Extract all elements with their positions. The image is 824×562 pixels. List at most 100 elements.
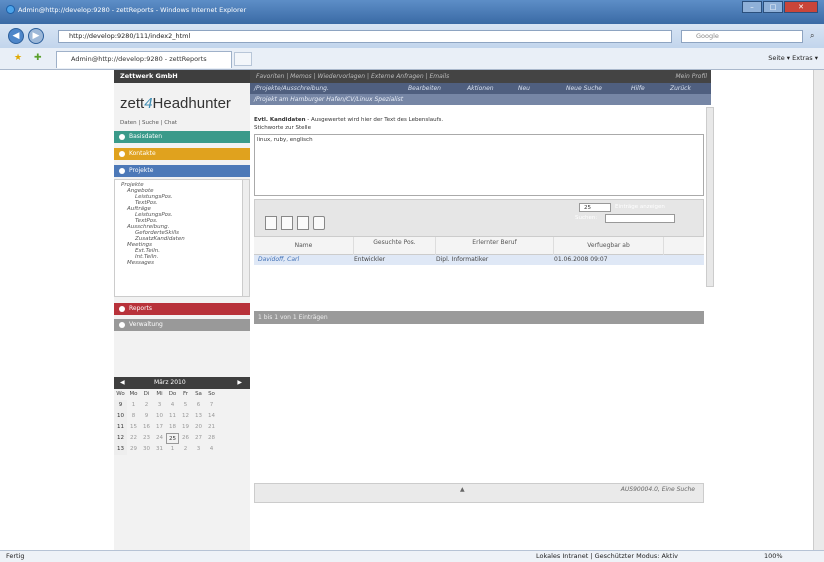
calendar-day[interactable]: 2 bbox=[140, 400, 153, 411]
profile-link[interactable]: Mein Profil bbox=[675, 70, 707, 83]
calendar-day[interactable]: 5 bbox=[179, 400, 192, 411]
calendar-day[interactable]: 16 bbox=[140, 422, 153, 433]
accordion-reports[interactable]: Reports bbox=[114, 303, 250, 315]
calendar-day[interactable]: 29 bbox=[127, 444, 140, 455]
calendar-day[interactable]: 26 bbox=[179, 433, 192, 444]
tree-scrollbar[interactable] bbox=[242, 180, 249, 296]
tab-active[interactable]: Admin@http://develop:9280 - zettReports bbox=[56, 51, 232, 68]
calendar-day[interactable]: 10 bbox=[153, 411, 166, 422]
calendar-day[interactable]: 9 bbox=[140, 411, 153, 422]
accordion-basisdaten[interactable]: Basisdaten bbox=[114, 131, 250, 143]
calendar-day[interactable]: 4 bbox=[205, 444, 218, 455]
calendar-day[interactable]: 6 bbox=[192, 400, 205, 411]
print-icon[interactable] bbox=[313, 216, 325, 230]
browser-status-bar: Fertig Lokales Intranet | Geschützter Mo… bbox=[0, 550, 824, 562]
menu-zurueck[interactable]: Zurück bbox=[670, 83, 691, 94]
top-navigation[interactable]: Favoriten | Memos | Wiedervorlagen | Ext… bbox=[250, 70, 711, 83]
calendar-week-number: 13 bbox=[114, 444, 127, 455]
top-nav-links[interactable]: Favoriten | Memos | Wiedervorlagen | Ext… bbox=[256, 73, 449, 80]
calendar-day[interactable]: 23 bbox=[140, 433, 153, 444]
calendar-day[interactable]: 3 bbox=[153, 400, 166, 411]
calendar-weekday: Mi bbox=[156, 391, 163, 397]
calendar-header: ◀ März 2010 ▶ bbox=[114, 377, 250, 389]
export-icon[interactable] bbox=[265, 216, 277, 230]
search-icon[interactable]: ⌕ bbox=[810, 31, 814, 41]
calendar-day[interactable]: 20 bbox=[192, 422, 205, 433]
copy-icon[interactable] bbox=[281, 216, 293, 230]
calendar-day[interactable]: 11 bbox=[166, 411, 179, 422]
table-row[interactable]: Davidoff, Carl Entwickler Dipl. Informat… bbox=[254, 255, 704, 265]
side-panel-tab[interactable] bbox=[706, 107, 714, 287]
page-size-select[interactable]: 25 bbox=[579, 203, 611, 212]
tree-item[interactable]: Messages bbox=[121, 260, 249, 266]
page-scrollbar[interactable] bbox=[813, 70, 824, 550]
back-icon[interactable]: ◀ bbox=[8, 28, 24, 44]
calendar-week-number: 11 bbox=[114, 422, 127, 433]
calendar-day[interactable]: 1 bbox=[127, 400, 140, 411]
cell-position: Entwickler bbox=[354, 256, 386, 263]
menu-bearbeiten[interactable]: Bearbeiten bbox=[408, 83, 441, 94]
command-bar[interactable]: Seite ▾ Extras ▾ bbox=[768, 54, 818, 62]
col-erlernter-beruf[interactable]: Erlernter Beruf bbox=[436, 237, 554, 255]
menu-neu[interactable]: Neu bbox=[518, 83, 530, 94]
calendar-day[interactable]: 22 bbox=[127, 433, 140, 444]
company-name: Zettwerk GmbH bbox=[114, 70, 250, 83]
keywords-label: Stichworte zur Stelle bbox=[254, 125, 311, 131]
calendar-day[interactable]: 28 bbox=[205, 433, 218, 444]
calendar-day[interactable]: 13 bbox=[192, 411, 205, 422]
calendar-day[interactable]: 24 bbox=[153, 433, 166, 444]
zoom-level[interactable]: 100% bbox=[764, 551, 783, 562]
calendar-day[interactable]: 4 bbox=[166, 400, 179, 411]
calendar-day[interactable]: 17 bbox=[153, 422, 166, 433]
next-month-icon[interactable]: ▶ bbox=[237, 377, 242, 389]
window-title: Admin@http://develop:9280 - zettReports … bbox=[18, 6, 247, 14]
prev-month-icon[interactable]: ◀ bbox=[120, 377, 125, 389]
minimize-button[interactable]: – bbox=[742, 1, 762, 13]
col-gesuchte-pos[interactable]: Gesuchte Pos. bbox=[354, 237, 436, 255]
cell-name[interactable]: Davidoff, Carl bbox=[258, 255, 299, 265]
table-search-input[interactable] bbox=[605, 214, 675, 223]
calendar-day[interactable]: 3 bbox=[192, 444, 205, 455]
section-title: Evtl. Kandidaten - Ausgewertet wird hier… bbox=[254, 117, 444, 123]
calendar-day[interactable]: 25 bbox=[166, 433, 179, 444]
calendar-day[interactable]: 1 bbox=[166, 444, 179, 455]
calendar-day[interactable]: 27 bbox=[192, 433, 205, 444]
calendar-day[interactable]: 21 bbox=[205, 422, 218, 433]
accordion-kontakte[interactable]: Kontakte bbox=[114, 148, 250, 160]
status-text: Fertig bbox=[6, 552, 25, 560]
menu-neue-suche[interactable]: Neue Suche bbox=[566, 83, 602, 94]
collapse-icon[interactable]: ▲ bbox=[460, 484, 465, 496]
action-bar: /Projekte/Ausschreibung. Bearbeiten Akti… bbox=[250, 83, 711, 94]
calendar-weekday: So bbox=[208, 391, 215, 397]
bottom-status: AUS90004.0, Eine Suche bbox=[620, 486, 695, 493]
col-verfuegbar-ab[interactable]: Verfuegbar ab bbox=[554, 237, 664, 255]
new-tab-button[interactable] bbox=[234, 52, 252, 66]
accordion-projekte[interactable]: Projekte bbox=[114, 165, 250, 177]
keywords-textarea[interactable]: linux, ruby, englisch bbox=[254, 134, 704, 196]
calendar-day[interactable]: 15 bbox=[127, 422, 140, 433]
add-favorite-icon[interactable]: ✚ bbox=[34, 53, 42, 63]
calendar-day[interactable]: 12 bbox=[179, 411, 192, 422]
search-input[interactable]: Google bbox=[681, 30, 803, 43]
menu-aktionen[interactable]: Aktionen bbox=[467, 83, 494, 94]
menu-hilfe[interactable]: Hilfe bbox=[631, 83, 645, 94]
calendar-day[interactable]: 7 bbox=[205, 400, 218, 411]
accordion-verwaltung[interactable]: Verwaltung bbox=[114, 319, 250, 331]
maximize-button[interactable]: □ bbox=[763, 1, 783, 13]
calendar-day[interactable]: 18 bbox=[166, 422, 179, 433]
title-bar: Admin@http://develop:9280 - zettReports … bbox=[0, 0, 824, 24]
close-button[interactable]: ✕ bbox=[784, 1, 818, 13]
sub-menu[interactable]: Daten | Suche | Chat bbox=[120, 120, 177, 126]
calendar-day[interactable]: 14 bbox=[205, 411, 218, 422]
calendar-day[interactable]: 19 bbox=[179, 422, 192, 433]
favorites-star-icon[interactable]: ★ bbox=[14, 53, 22, 63]
col-name[interactable]: Name bbox=[254, 237, 354, 255]
address-field[interactable]: http://develop:9280/111/index2_html bbox=[58, 30, 672, 43]
forward-icon[interactable]: ▶ bbox=[28, 28, 44, 44]
calendar-day[interactable]: 30 bbox=[140, 444, 153, 455]
excel-icon[interactable] bbox=[297, 216, 309, 230]
breadcrumb[interactable]: /Projekte/Ausschreibung. bbox=[254, 83, 329, 94]
calendar-day[interactable]: 8 bbox=[127, 411, 140, 422]
calendar-day[interactable]: 2 bbox=[179, 444, 192, 455]
calendar-day[interactable]: 31 bbox=[153, 444, 166, 455]
